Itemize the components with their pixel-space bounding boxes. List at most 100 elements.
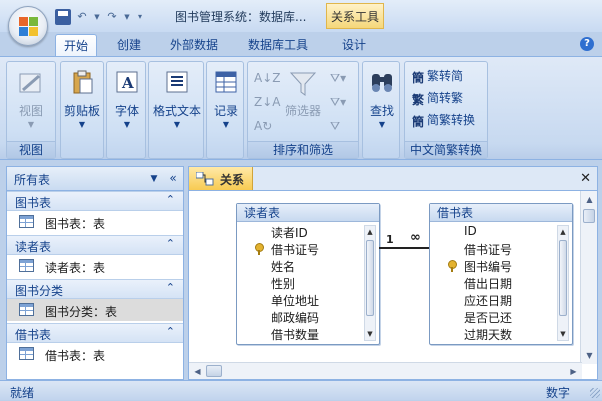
rich-text-button[interactable]: 格式文本 ▼ (151, 66, 203, 138)
table-icon (19, 215, 34, 228)
field-item[interactable]: 应还日期 (464, 292, 512, 309)
chevron-up-icon: ⌃ (165, 325, 175, 338)
close-icon[interactable]: ✕ (580, 171, 591, 186)
find-button[interactable]: 查找 ▼ (361, 66, 403, 138)
chinese-conversion-label: 简繁转换 (427, 113, 476, 127)
nav-group-borrow[interactable]: 借书表 ⌃ (7, 323, 183, 343)
table-box-title[interactable]: 读者表 (237, 204, 379, 222)
group-view: 视图 ▼ 视图 (6, 61, 56, 159)
table-box-scrollbar[interactable]: ▲ ▼ (364, 225, 376, 341)
field-item[interactable]: 姓名 (271, 258, 295, 275)
tab-home[interactable]: 开始 (55, 34, 97, 56)
filter-button[interactable]: 筛选器 (280, 66, 326, 138)
field-item[interactable]: 借书证号 (464, 241, 512, 258)
field-item[interactable]: 读者ID (271, 224, 308, 241)
field-item[interactable]: 借出日期 (464, 275, 512, 292)
scroll-down-icon[interactable]: ▼ (558, 328, 568, 340)
chevron-down-icon: ▼ (378, 120, 386, 129)
selection-filter-icon[interactable]: ⛛▾ (330, 68, 346, 88)
sort-ascending-icon[interactable]: A↓Z (254, 68, 280, 88)
scroll-thumb[interactable] (559, 240, 567, 316)
relationship-many-label: ∞ (410, 230, 421, 245)
field-item[interactable]: 是否已还 (464, 309, 512, 326)
redo-icon[interactable]: ↷ (104, 9, 120, 25)
window-title: 图书管理系统：数据库... (175, 10, 307, 24)
customize-qat-icon[interactable]: ▾ (134, 9, 146, 25)
undo-dropdown-icon[interactable]: ▼ (93, 9, 101, 25)
group-chinese-conversion: 簡繁转简 繁简转繁 簡简繁转换 中文简繁转换 (404, 61, 488, 159)
nav-item-borrow-table[interactable]: 借书表：表 (7, 343, 183, 365)
horizontal-scrollbar[interactable]: ◀ ▶ (189, 362, 582, 379)
field-item[interactable]: 借书证号 (255, 241, 319, 258)
redo-dropdown-icon[interactable]: ▼ (123, 9, 131, 25)
chinese-conversion-button[interactable]: 簡简繁转换 (411, 110, 475, 130)
scroll-thumb[interactable] (206, 365, 222, 377)
tab-external-data[interactable]: 外部数据 (162, 34, 226, 56)
scroll-left-icon[interactable]: ◀ (189, 363, 206, 379)
simplified-to-traditional-button[interactable]: 繁简转繁 (411, 88, 463, 108)
font-button[interactable]: A 字体 ▼ (106, 66, 148, 138)
group-sort-filter: A↓Z Z↓A A↻ 筛选器 ⛛▾ ⛛▾ ⛛ 排序和筛选 (247, 61, 359, 159)
tab-design[interactable]: 设计 (332, 34, 376, 56)
ribbon-tab-row: 开始 创建 外部数据 数据库工具 设计 ? (0, 32, 602, 56)
traditional-to-simplified-label: 繁转简 (427, 69, 464, 83)
clipboard-button[interactable]: 剪贴板 ▼ (61, 66, 103, 138)
nav-group-books[interactable]: 图书表 ⌃ (7, 191, 183, 211)
nav-pane-header[interactable]: 所有表 ▼ « (7, 167, 183, 191)
view-label: 视图 (18, 104, 43, 118)
scroll-up-icon[interactable]: ▲ (365, 226, 375, 238)
vertical-scrollbar[interactable]: ▲ ▼ (580, 191, 597, 364)
relationship-line[interactable] (379, 247, 430, 249)
table-box-scrollbar[interactable]: ▲ ▼ (557, 225, 569, 341)
clipboard-label: 剪贴板 (63, 104, 100, 118)
records-button[interactable]: 记录 ▼ (205, 66, 247, 138)
scroll-up-icon[interactable]: ▲ (581, 191, 597, 208)
undo-icon[interactable]: ↶ (74, 9, 90, 25)
nav-item-book-category-table[interactable]: 图书分类：表 (7, 299, 183, 321)
scroll-down-icon[interactable]: ▼ (365, 328, 375, 340)
find-label: 查找 (369, 104, 394, 118)
chevron-up-icon: ⌃ (165, 237, 175, 250)
nav-group-readers[interactable]: 读者表 ⌃ (7, 235, 183, 255)
office-button[interactable] (8, 6, 48, 46)
scroll-thumb[interactable] (583, 209, 595, 223)
nav-item-books-table[interactable]: 图书表：表 (7, 211, 183, 233)
field-item[interactable]: 过期天数 (464, 326, 512, 343)
field-item[interactable]: 单位地址 (271, 292, 319, 309)
chevron-up-icon: ⌃ (165, 193, 175, 206)
field-item[interactable]: 邮政编码 (271, 309, 319, 326)
clear-sort-icon[interactable]: A↻ (254, 116, 272, 136)
borrow-table-box[interactable]: 借书表 ID 借书证号 图书编号 借出日期 应还日期 是否已还 过期天数 ▲ ▼ (429, 203, 573, 345)
tab-relationships[interactable]: 关系 (189, 167, 253, 191)
records-label: 记录 (213, 104, 238, 118)
traditional-to-simplified-button[interactable]: 簡繁转简 (411, 66, 463, 86)
toggle-filter-icon[interactable]: ⛛ (330, 116, 340, 136)
field-item[interactable]: ID (464, 224, 477, 241)
nav-menu-dropdown-icon[interactable]: ▼ (147, 172, 161, 186)
advanced-filter-icon[interactable]: ⛛▾ (330, 92, 346, 112)
sort-descending-icon[interactable]: Z↓A (254, 92, 280, 112)
tab-create[interactable]: 创建 (108, 34, 150, 56)
collapse-pane-icon[interactable]: « (165, 171, 181, 187)
conversion-char-icon: 簡 (411, 115, 424, 129)
nav-group-label: 图书表 (15, 196, 52, 210)
readers-table-box[interactable]: 读者表 读者ID 借书证号 姓名 性别 单位地址 邮政编码 借书数量 ▲ ▼ (236, 203, 380, 345)
scroll-up-icon[interactable]: ▲ (558, 226, 568, 238)
save-icon[interactable] (55, 9, 71, 25)
scroll-right-icon[interactable]: ▶ (565, 363, 582, 379)
field-item[interactable]: 借书数量 (271, 326, 319, 343)
resize-grip-icon[interactable] (590, 388, 600, 398)
tab-database-tools[interactable]: 数据库工具 (240, 34, 316, 56)
nav-item-readers-table[interactable]: 读者表：表 (7, 255, 183, 277)
primary-key-icon (447, 260, 457, 272)
field-item[interactable]: 性别 (271, 275, 295, 292)
table-box-title[interactable]: 借书表 (430, 204, 572, 222)
help-icon[interactable]: ? (580, 37, 594, 51)
nav-group-book-category[interactable]: 图书分类 ⌃ (7, 279, 183, 299)
scroll-down-icon[interactable]: ▼ (581, 347, 597, 364)
scroll-thumb[interactable] (366, 240, 374, 316)
chevron-up-icon: ⌃ (165, 281, 175, 294)
view-button[interactable]: 视图 ▼ (10, 66, 52, 138)
font-label: 字体 (114, 104, 139, 118)
field-item[interactable]: 图书编号 (448, 258, 512, 275)
